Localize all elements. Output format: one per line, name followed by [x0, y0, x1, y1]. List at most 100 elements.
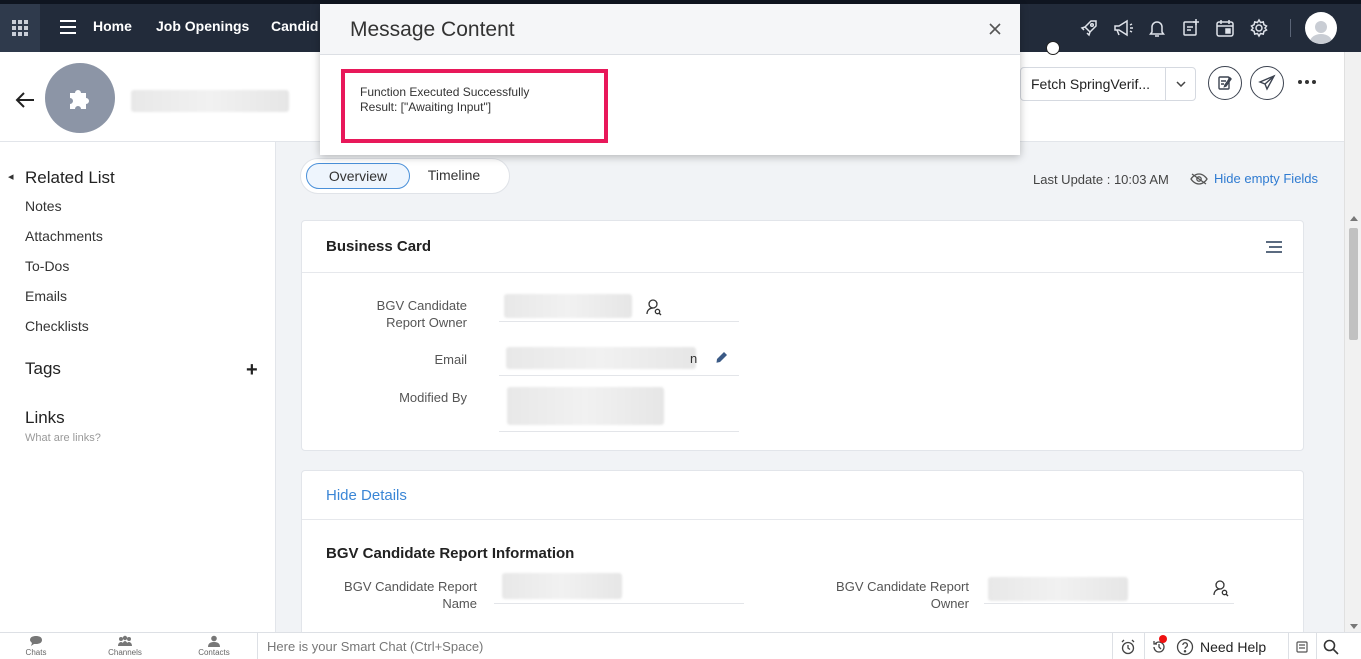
report-name-label-line1: BGV Candidate Report: [344, 579, 477, 594]
left-related-panel: ◂ Related List Notes Attachments To-Dos …: [0, 142, 276, 632]
contacts-label: Contacts: [198, 648, 230, 657]
scroll-down-arrow-icon[interactable]: [1350, 624, 1358, 629]
field-underline: [499, 431, 739, 432]
last-update-text: Last Update : 10:03 AM: [1033, 172, 1169, 187]
owner-value-redacted: [504, 294, 632, 318]
email-label: Email: [434, 352, 467, 367]
card-divider: [302, 519, 1303, 520]
field-underline: [494, 603, 744, 604]
collapse-marker-icon[interactable]: ◂: [8, 170, 14, 183]
related-item-todos[interactable]: To-Dos: [25, 258, 69, 274]
report-name-label: BGV Candidate Report Name: [322, 578, 477, 612]
related-item-emails[interactable]: Emails: [25, 288, 67, 304]
nav-job-openings[interactable]: Job Openings: [156, 18, 249, 34]
card-divider: [302, 272, 1303, 273]
edit-record-button[interactable]: [1208, 66, 1242, 100]
calendar-icon[interactable]: [1208, 11, 1242, 45]
field-underline: [984, 603, 1234, 604]
cursor-ring-icon: [1046, 41, 1060, 55]
view-tabs: Overview Timeline: [300, 158, 510, 194]
message-line-1: Function Executed Successfully: [360, 85, 530, 99]
record-puzzle-icon: [45, 63, 115, 133]
field-underline: [499, 321, 739, 322]
back-arrow-icon[interactable]: [14, 90, 36, 113]
report-owner-label-line1: BGV Candidate Report: [836, 579, 969, 594]
email-value-suffix: n: [690, 351, 698, 366]
report-owner-label: BGV Candidate Report Owner: [802, 578, 969, 612]
add-tag-button[interactable]: +: [246, 359, 258, 382]
business-card: Business Card BGV Candidate Report Owner…: [301, 220, 1304, 451]
channels-button[interactable]: Channels: [100, 635, 150, 657]
nav-candidates[interactable]: Candid: [271, 18, 318, 34]
fetch-springverify-button[interactable]: Fetch SpringVerif...: [1020, 67, 1196, 101]
tab-overview[interactable]: Overview: [306, 163, 410, 189]
smart-chat-input[interactable]: Here is your Smart Chat (Ctrl+Space): [257, 633, 1113, 659]
report-owner-redacted: [988, 577, 1128, 601]
dialog-header: Message Content: [320, 4, 1020, 55]
section-title: BGV Candidate Report Information: [326, 545, 575, 562]
megaphone-icon[interactable]: [1106, 11, 1140, 45]
user-avatar[interactable]: [1305, 12, 1337, 44]
send-paper-plane-icon: [1258, 74, 1276, 91]
business-card-title: Business Card: [326, 238, 432, 255]
close-icon[interactable]: [988, 22, 1002, 39]
owner-label-line1: BGV Candidate: [376, 298, 467, 313]
chevron-down-icon[interactable]: [1165, 68, 1195, 100]
message-content-dialog: Message Content Function Executed Succes…: [320, 4, 1020, 155]
list-settings-icon[interactable]: [1266, 241, 1282, 256]
help-question-icon: [1176, 638, 1194, 655]
related-item-attachments[interactable]: Attachments: [25, 228, 103, 244]
channels-label: Channels: [108, 648, 142, 657]
chats-label: Chats: [25, 648, 47, 657]
links-help-link[interactable]: What are links?: [25, 432, 101, 444]
related-item-checklists[interactable]: Checklists: [25, 318, 89, 334]
feedback-icon[interactable]: [1288, 633, 1314, 659]
page-scrollbar[interactable]: [1344, 52, 1361, 632]
user-search-icon[interactable]: [1213, 579, 1229, 600]
add-note-icon[interactable]: [1174, 11, 1208, 45]
contact-person-icon: [208, 635, 220, 647]
dialog-title: Message Content: [350, 18, 515, 41]
notification-red-dot: [1159, 635, 1167, 643]
need-help-button[interactable]: Need Help: [1176, 633, 1266, 659]
chat-bubble-icon: [30, 636, 42, 646]
modified-by-label: Modified By: [399, 390, 467, 405]
notification-bell-icon[interactable]: [1140, 11, 1174, 45]
details-card: Hide Details BGV Candidate Report Inform…: [301, 470, 1304, 640]
report-owner-label-line2: Owner: [930, 596, 969, 611]
user-search-icon[interactable]: [646, 298, 662, 319]
apps-grid-icon[interactable]: [0, 4, 40, 52]
contacts-button[interactable]: Contacts: [189, 635, 239, 657]
chats-button[interactable]: Chats: [11, 635, 61, 657]
related-item-notes[interactable]: Notes: [25, 198, 62, 214]
more-options-icon[interactable]: [1298, 80, 1316, 84]
owner-label-line2: Report Owner: [386, 315, 467, 330]
tags-title: Tags: [25, 359, 61, 378]
hide-empty-fields-link[interactable]: Hide empty Fields: [1190, 171, 1318, 186]
settings-gear-icon[interactable]: [1242, 11, 1276, 45]
bottom-bar: Chats Channels Contacts Here is your Sma…: [0, 632, 1361, 659]
modified-by-redacted: [507, 387, 664, 425]
message-highlight-box: Function Executed Successfully Result: […: [341, 69, 608, 143]
pencil-edit-icon[interactable]: [715, 351, 728, 367]
scroll-thumb[interactable]: [1349, 228, 1358, 340]
tab-timeline[interactable]: Timeline: [417, 163, 491, 189]
rocket-icon[interactable]: [1072, 11, 1106, 45]
alarm-clock-icon[interactable]: [1114, 633, 1142, 659]
send-button[interactable]: [1250, 66, 1284, 100]
hide-empty-fields-label: Hide empty Fields: [1214, 171, 1319, 186]
report-name-label-line2: Name: [442, 596, 477, 611]
hamburger-menu-icon[interactable]: [60, 20, 76, 34]
eye-slash-icon: [1190, 172, 1208, 185]
report-name-redacted: [502, 573, 622, 599]
hide-details-link[interactable]: Hide Details: [326, 487, 407, 504]
record-name-redacted: [131, 90, 289, 112]
history-icon[interactable]: [1144, 633, 1172, 659]
fetch-button-label: Fetch SpringVerif...: [1031, 76, 1151, 92]
search-icon[interactable]: [1316, 633, 1344, 659]
field-underline: [499, 375, 739, 376]
nav-home[interactable]: Home: [93, 18, 132, 34]
message-line-2: Result: ["Awaiting Input"]: [360, 100, 492, 114]
toolbar-divider: [1290, 19, 1291, 37]
scroll-up-arrow-icon[interactable]: [1350, 216, 1358, 221]
